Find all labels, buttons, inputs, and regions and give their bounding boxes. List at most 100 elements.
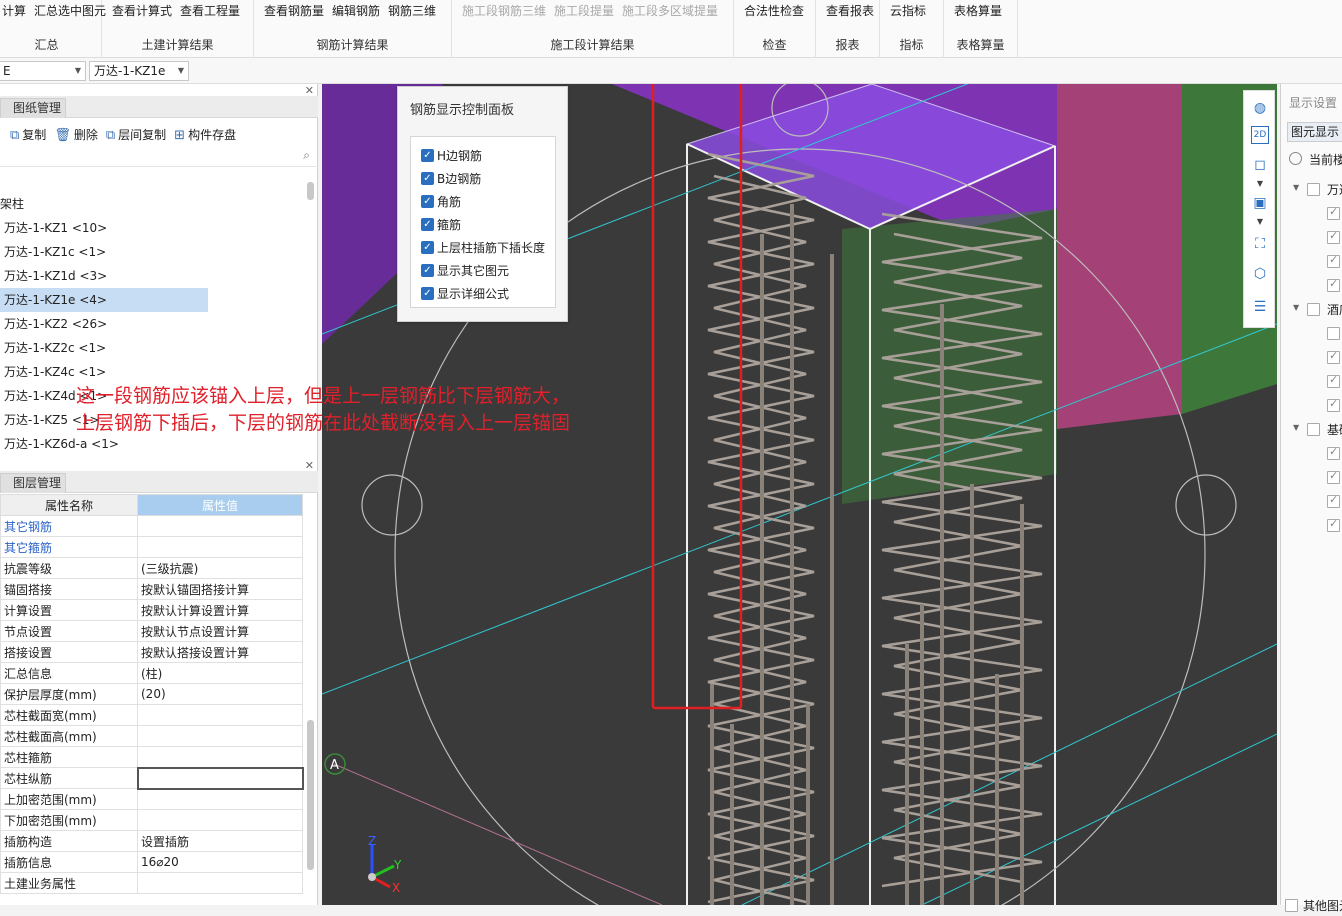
property-value[interactable] xyxy=(137,788,303,810)
checkbox-checked-icon[interactable]: ✓ xyxy=(421,148,434,162)
checkbox-checked-icon[interactable]: ✓ xyxy=(421,194,434,208)
property-value[interactable] xyxy=(137,536,303,558)
table-row[interactable]: 芯柱箍筋 xyxy=(0,746,303,768)
property-value[interactable]: (20) xyxy=(137,683,303,705)
expand-arrow-icon[interactable]: ▼ xyxy=(1293,303,1299,312)
checkbox[interactable] xyxy=(1327,253,1340,268)
ribbon-button[interactable]: 查看报表 xyxy=(826,2,874,19)
close-icon[interactable]: ✕ xyxy=(305,459,314,472)
table-row[interactable]: 抗震等级 (三级抗震) xyxy=(0,557,303,579)
table-row[interactable]: 节点设置 按默认节点设置计算 xyxy=(0,620,303,642)
property-value[interactable]: (三级抗震) xyxy=(137,557,303,579)
element-group[interactable]: ▼ 基础 xyxy=(1281,420,1342,440)
expand-arrow-icon[interactable]: ▼ xyxy=(1293,423,1299,432)
tree-item[interactable]: 万达-1-KZ1c <1> xyxy=(0,240,316,264)
tree-scrollbar[interactable] xyxy=(307,182,314,200)
floor-dropdown[interactable]: E ▼ xyxy=(0,61,86,81)
view-cube-icon[interactable]: ⬡ xyxy=(1249,263,1271,285)
chevron-down-icon[interactable]: ▼ xyxy=(1249,211,1271,233)
property-value[interactable]: (柱) xyxy=(137,662,303,684)
property-scrollbar[interactable] xyxy=(307,720,314,870)
tree-item[interactable]: 万达-1-KZ1e <4> xyxy=(0,288,208,312)
table-row[interactable]: 其它箍筋 xyxy=(0,536,303,558)
option-checkbox[interactable]: ✓ H边钢筋 xyxy=(421,145,482,165)
element-group[interactable]: ▼ 万达 xyxy=(1281,180,1342,200)
checkbox-checked-icon[interactable]: ✓ xyxy=(421,286,434,300)
ribbon-button[interactable]: 查看工程量 xyxy=(180,2,240,19)
table-row[interactable]: 芯柱纵筋 xyxy=(0,766,304,790)
checkbox[interactable] xyxy=(1307,183,1320,196)
checkbox-checked-icon[interactable]: ✓ xyxy=(421,240,434,254)
checkbox[interactable] xyxy=(1327,373,1340,388)
orbit-icon[interactable]: ◍ xyxy=(1249,97,1271,119)
2d-view-icon[interactable]: 2D xyxy=(1251,126,1269,144)
checkbox[interactable] xyxy=(1327,517,1340,532)
property-value[interactable] xyxy=(137,704,303,726)
checkbox-checked-icon[interactable]: ✓ xyxy=(421,217,434,231)
ribbon-button[interactable]: 表格算量 xyxy=(954,2,1002,19)
ribbon-button[interactable]: 查看计算式 xyxy=(112,2,172,19)
checkbox[interactable] xyxy=(1327,229,1340,244)
property-value[interactable]: 按默认节点设置计算 xyxy=(137,620,303,642)
ribbon-button[interactable]: 合法性检查 xyxy=(744,2,804,19)
checkbox[interactable] xyxy=(1307,423,1320,436)
checkbox[interactable] xyxy=(1327,493,1340,508)
tree-item[interactable]: 万达-1-KZ1d <3> xyxy=(0,264,316,288)
toolbar-save-component-button[interactable]: ⊞ 构件存盘 xyxy=(174,126,236,143)
ribbon-button[interactable]: 钢筋三维 xyxy=(388,2,436,19)
checkbox[interactable] xyxy=(1327,277,1340,292)
option-checkbox[interactable]: ✓ 上层柱插筋下插长度 xyxy=(421,237,545,257)
property-value[interactable] xyxy=(137,515,303,537)
property-value[interactable] xyxy=(137,746,303,768)
tab-element-display[interactable]: 图元显示 xyxy=(1287,122,1342,142)
property-value[interactable] xyxy=(137,725,303,747)
checkbox[interactable] xyxy=(1285,899,1298,912)
option-checkbox[interactable]: ✓ 显示其它图元 xyxy=(421,260,509,280)
checkbox-checked-icon[interactable]: ✓ xyxy=(421,263,434,277)
table-row[interactable]: 土建业务属性 xyxy=(0,872,303,894)
ribbon-button[interactable]: 云指标 xyxy=(890,2,926,19)
other-elements-row[interactable]: 其他图元 xyxy=(1281,896,1342,916)
property-value[interactable] xyxy=(137,872,303,894)
table-row[interactable]: 芯柱截面宽(mm) xyxy=(0,704,303,726)
toolbar-floor-copy-button[interactable]: ⧉ 层间复制 xyxy=(106,126,166,143)
table-row[interactable]: 计算设置 按默认计算设置计算 xyxy=(0,599,303,621)
tree-root[interactable]: 架柱 xyxy=(0,192,316,216)
option-checkbox[interactable]: ✓ 角筋 xyxy=(421,191,461,211)
option-checkbox[interactable]: ✓ 显示详细公式 xyxy=(421,283,509,303)
ribbon-button[interactable]: 编辑钢筋 xyxy=(332,2,380,19)
tab-drawing-management[interactable]: 图纸管理 xyxy=(0,98,67,118)
option-checkbox[interactable]: ✓ 箍筋 xyxy=(421,214,461,234)
checkbox[interactable] xyxy=(1327,349,1340,364)
tree-item[interactable]: 万达-1-KZ4c <1> xyxy=(0,360,316,384)
tab-layer-management[interactable]: 图层管理 xyxy=(0,473,67,493)
option-checkbox[interactable]: ✓ B边钢筋 xyxy=(421,168,481,188)
property-value[interactable]: 按默认搭接设置计算 xyxy=(137,641,303,663)
table-row[interactable]: 插筋信息 16⌀20 xyxy=(0,851,303,873)
table-row[interactable]: 锚固搭接 按默认锚固搭接计算 xyxy=(0,578,303,600)
tree-item[interactable]: 万达-1-KZ2 <26> xyxy=(0,312,316,336)
expand-arrow-icon[interactable]: ▼ xyxy=(1293,183,1299,192)
table-row[interactable]: 搭接设置 按默认搭接设置计算 xyxy=(0,641,303,663)
table-row[interactable]: 下加密范围(mm) xyxy=(0,809,303,831)
table-row[interactable]: 上加密范围(mm) xyxy=(0,788,303,810)
checkbox[interactable] xyxy=(1327,205,1340,220)
property-value[interactable]: 16⌀20 xyxy=(137,851,303,873)
ribbon-button[interactable]: 计算 xyxy=(2,2,26,19)
properties-icon[interactable]: ☰ xyxy=(1249,296,1271,318)
tree-item[interactable]: 万达-1-KZ2c <1> xyxy=(0,336,316,360)
property-value[interactable] xyxy=(137,809,303,831)
property-value[interactable]: 按默认锚固搭接计算 xyxy=(137,578,303,600)
property-value[interactable] xyxy=(136,766,304,790)
checkbox[interactable] xyxy=(1307,303,1320,316)
current-floor-radio[interactable]: 当前楼 xyxy=(1281,150,1342,170)
table-row[interactable]: 保护层厚度(mm) (20) xyxy=(0,683,303,705)
search-icon[interactable]: ⌕ xyxy=(303,148,310,163)
close-icon[interactable]: ✕ xyxy=(305,84,314,97)
component-dropdown[interactable]: 万达-1-KZ1e ▼ xyxy=(89,61,189,81)
table-row[interactable]: 芯柱截面高(mm) xyxy=(0,725,303,747)
table-row[interactable]: 汇总信息 (柱) xyxy=(0,662,303,684)
property-value[interactable]: 设置插筋 xyxy=(137,830,303,852)
checkbox[interactable] xyxy=(1327,469,1340,484)
table-row[interactable]: 插筋构造 设置插筋 xyxy=(0,830,303,852)
